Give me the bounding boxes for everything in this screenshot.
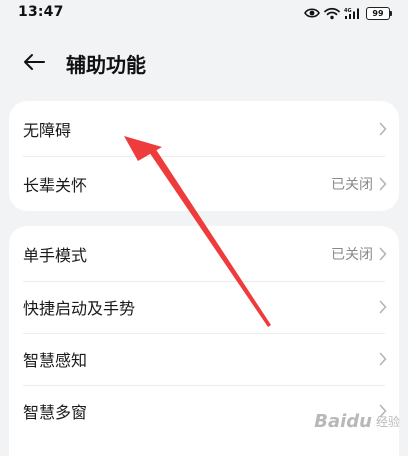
wifi-icon <box>324 7 340 19</box>
chevron-right-icon <box>379 300 387 314</box>
signal-4g-icon: 4G <box>344 8 359 19</box>
setting-label: 长辈关怀 <box>23 175 88 195</box>
setting-item-shortcuts-gestures[interactable]: 快捷启动及手势 <box>9 281 399 333</box>
setting-label: 智慧多窗 <box>23 403 88 422</box>
chevron-right-icon <box>379 177 387 190</box>
status-time: 13:47 <box>18 4 64 20</box>
svg-text:4G: 4G <box>344 8 352 14</box>
setting-item-one-handed-mode[interactable]: 单手模式 已关闭 <box>9 226 399 281</box>
chevron-right-icon <box>379 122 387 135</box>
setting-value: 已关闭 <box>331 176 373 193</box>
setting-item-elder-care[interactable]: 长辈关怀 已关闭 <box>9 156 399 211</box>
status-bar: 13:47 4G 99 <box>0 0 408 26</box>
arrow-left-icon <box>24 54 45 70</box>
setting-value: 已关闭 <box>331 246 373 263</box>
chevron-right-icon <box>379 352 387 366</box>
back-button[interactable] <box>18 48 50 76</box>
battery-level: 99 <box>366 6 390 20</box>
eye-icon <box>304 8 320 18</box>
setting-item-accessibility[interactable]: 无障碍 <box>9 101 399 156</box>
setting-label: 无障碍 <box>23 120 72 140</box>
watermark: Baidu 经验 <box>314 411 400 432</box>
setting-item-smart-sensing[interactable]: 智慧感知 <box>9 333 399 385</box>
chevron-right-icon <box>379 247 387 260</box>
watermark-logo: Baidu <box>314 411 372 432</box>
setting-label: 快捷启动及手势 <box>23 299 136 318</box>
header: 辅助功能 <box>0 40 408 84</box>
battery-icon: 99 <box>366 6 392 20</box>
watermark-sub: 经验 <box>375 415 400 429</box>
setting-label: 单手模式 <box>23 245 88 265</box>
page-title: 辅助功能 <box>66 53 146 77</box>
settings-group-1: 无障碍 长辈关怀 已关闭 <box>9 101 399 211</box>
setting-label: 智慧感知 <box>23 351 88 370</box>
status-icons: 4G 99 <box>304 4 392 22</box>
